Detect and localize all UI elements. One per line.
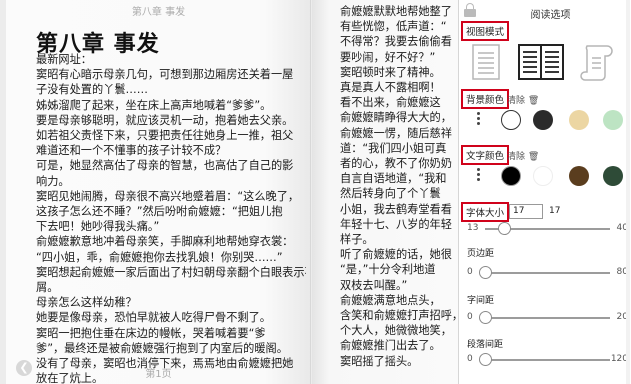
text-line: 俞嬷嬷歉意地冲着母亲笑，手脚麻利地帮她穿衣裳： bbox=[36, 235, 294, 249]
slider-min: 0 bbox=[467, 312, 473, 322]
text-line: 下去吧！她吵得我头痛。” bbox=[36, 220, 160, 234]
text-line: 屑。 bbox=[36, 281, 59, 295]
text-line: 窦昭想起俞嬷嬷一家后面出了村妇朝母亲翻个白眼表示不 bbox=[36, 265, 306, 279]
text-line: 子没有处置的丫鬟…… bbox=[36, 83, 148, 97]
text-line: 窦昭一把抱住垂在床边的幔帐，哭着喊着要“爹 bbox=[36, 326, 266, 340]
scroll-icon[interactable] bbox=[579, 42, 617, 82]
clear-label: 清除 bbox=[507, 96, 526, 106]
clear-label: 清除 bbox=[507, 152, 526, 162]
font-size-input[interactable]: 17 bbox=[509, 204, 543, 219]
running-head: 第八章 事发 bbox=[131, 7, 186, 18]
letter-spacing-label: 字间距 bbox=[467, 296, 495, 306]
text-line: 窦昭摇了摇头。 bbox=[340, 354, 419, 368]
slider-knob[interactable] bbox=[497, 222, 511, 235]
slider-knob[interactable] bbox=[479, 311, 492, 324]
left-page: 第八章 事发 第八章 事发 最新网址： 窦昭有心暗示母亲几句，可想到那边厢房还关着… bbox=[6, 0, 311, 384]
text-line: 个大人，她微微地笑， bbox=[340, 324, 452, 338]
text-line: 响力。 bbox=[36, 174, 70, 188]
chevron-left-icon[interactable]: ❮ bbox=[16, 360, 32, 376]
book-view: 第八章 事发 第八章 事发 最新网址： 窦昭有心暗示母亲几句，可想到那边厢房还关着… bbox=[0, 0, 458, 384]
slider-track bbox=[485, 317, 610, 319]
text-line: 俞嬷嬷一愣，随后慈祥 bbox=[340, 126, 452, 140]
slider-min: 0 bbox=[467, 267, 473, 277]
double-page-icon[interactable] bbox=[517, 42, 565, 82]
text-line: 样子。 bbox=[340, 233, 374, 247]
text-color-label: 文字颜色 bbox=[461, 145, 510, 165]
view-mode-options bbox=[469, 42, 629, 86]
text-line: 不得常？我要去偷偷看 bbox=[340, 35, 452, 49]
bg-swatch-white[interactable] bbox=[501, 110, 521, 130]
clear-text-color-button[interactable]: 清除 🗑 bbox=[507, 149, 539, 162]
right-page: 俞嬷嬷默默地帮她整了 有些恍惚，低声道：“ 不得常？我要去偷偷看 要吵闹，好不好？” 窦… bbox=[312, 0, 458, 384]
text-line: 她要是像母亲，恐怕早就被人吃得尸骨不剩了。 bbox=[36, 311, 271, 325]
text-line: 难道还和一个不懂事的孩子计较不成？ bbox=[36, 144, 227, 158]
more-options-icon[interactable] bbox=[477, 112, 481, 128]
slider-track bbox=[485, 272, 610, 274]
text-line: 爹”，最终还是被俞嬷嬷强行抱到了内室后的暖阁。 bbox=[36, 341, 288, 355]
text-line: 窦昭顿时来了精神。 bbox=[340, 65, 441, 79]
right-page-text: 俞嬷嬷默默地帮她整了 有些恍惚，低声道：“ 不得常？我要去偷偷看 要吵闹，好不好？” 窦… bbox=[340, 4, 458, 369]
text-line: 自言自语地道，“我和 bbox=[340, 172, 447, 186]
text-line: 含笑和俞嬷嬷打声招呼， bbox=[340, 309, 458, 323]
reading-options-panel: 阅读选项 视图模式 背景颜色 清除 🗑 文字颜色 清除 🗑 字体大小 17 17… bbox=[458, 0, 631, 384]
text-line: 年轻十七、八岁的年轻 bbox=[340, 217, 452, 231]
text-swatch-white[interactable] bbox=[533, 166, 553, 186]
slider-knob[interactable] bbox=[479, 266, 492, 279]
slider-knob[interactable] bbox=[479, 353, 492, 366]
slider-track bbox=[485, 359, 610, 361]
text-line: 小姐，我去鹤寿堂看看 bbox=[340, 202, 452, 216]
text-swatch-brown[interactable] bbox=[569, 166, 589, 186]
text-line: 最新网址： bbox=[36, 53, 92, 66]
paragraph-spacing-label: 段落间距 bbox=[467, 340, 504, 350]
text-line: “四小姐，乖，俞嬷嬷抱你去找乳娘！你别哭……” bbox=[36, 250, 283, 264]
more-options-icon[interactable] bbox=[477, 168, 481, 184]
view-mode-label: 视图模式 bbox=[461, 21, 510, 41]
text-swatch-black[interactable] bbox=[501, 166, 521, 186]
margin-label: 页边距 bbox=[467, 249, 495, 259]
text-line: 要吵闹，好不好？” bbox=[340, 50, 436, 64]
text-line: 要是母亲够聪明，就应该灵机一动，抱着她去父亲。 bbox=[36, 113, 294, 127]
text-line: 姊姊溜爬了起来，坐在床上高声地喊着“爹爹”。 bbox=[36, 98, 272, 112]
text-line: “是，”十分令利地道 bbox=[340, 263, 436, 277]
page-number: 第1页 bbox=[145, 369, 172, 380]
text-line: 俞嬷嬷睛睁得大大的， bbox=[340, 111, 452, 125]
clear-background-color-button[interactable]: 清除 🗑 bbox=[507, 93, 539, 106]
slider-min: 0 bbox=[467, 354, 473, 364]
text-line: 窦昭有心暗示母亲几句，可想到那边厢房还关着一屋 bbox=[36, 68, 294, 82]
text-line: 母亲怎么这样幼稚？ bbox=[36, 296, 137, 310]
bg-swatch-green[interactable] bbox=[603, 110, 623, 130]
left-page-text: 最新网址： 窦昭有心暗示母亲几句，可想到那边厢房还关着一屋 子没有处置的丫鬟…… 姊姊… bbox=[36, 52, 306, 384]
paragraph-spacing-slider[interactable]: 0 120 bbox=[467, 353, 630, 367]
text-line: 然后转身向了个丫鬟 bbox=[340, 187, 441, 201]
text-line: 道：“我们四小姐可真 bbox=[340, 141, 447, 155]
text-line: 真是真人不露相啊！ bbox=[340, 81, 441, 95]
text-swatch-dark-green[interactable] bbox=[603, 166, 623, 186]
font-size-slider[interactable]: 13 40 bbox=[467, 222, 630, 236]
text-line: 俞嬷嬷推门出去了。 bbox=[340, 339, 441, 353]
text-line: 这孩子怎么还不睡？”然后吩咐俞嬷嬷：“把姐儿抱 bbox=[36, 205, 283, 219]
slider-min: 13 bbox=[467, 223, 479, 233]
letter-spacing-slider[interactable]: 0 20 bbox=[467, 311, 630, 325]
bg-swatch-dark[interactable] bbox=[533, 110, 553, 130]
text-line: 俞嬷嬷默默地帮她整了 bbox=[340, 5, 452, 18]
text-line: 可是，她显然高估了母亲的智慧，也高估了自己的影 bbox=[36, 159, 294, 173]
text-line: 者的心，教不了你奶奶 bbox=[340, 157, 452, 171]
margin-slider[interactable]: 0 80 bbox=[467, 266, 630, 280]
text-line: 如若祖父责怪下来，只要把责任往她身上一推，祖父 bbox=[36, 129, 294, 143]
panel-title: 阅读选项 bbox=[530, 10, 571, 21]
trash-icon: 🗑 bbox=[525, 96, 540, 106]
text-line: 听了俞嬷嬷的话，她很 bbox=[340, 248, 452, 262]
background-color-label: 背景颜色 bbox=[461, 89, 510, 109]
single-page-icon[interactable] bbox=[469, 42, 503, 82]
panel-scrollbar[interactable] bbox=[626, 0, 630, 384]
text-line: 窦昭见她闹腾，母亲很不高兴地蹙着眉：“这么晚了， bbox=[36, 189, 300, 203]
text-line: 看不出来，俞嬷嬷这 bbox=[340, 96, 441, 110]
trash-icon: 🗑 bbox=[525, 152, 540, 162]
font-size-value: 17 bbox=[549, 206, 561, 216]
text-line: 有些恍惚，低声道：“ bbox=[340, 20, 447, 34]
font-size-label: 字体大小 bbox=[461, 202, 510, 222]
bg-swatch-beige[interactable] bbox=[569, 110, 589, 130]
text-line: 双枝去叫醒。” bbox=[340, 278, 408, 292]
text-line: 俞嬷嬷满意地点头， bbox=[340, 293, 441, 307]
